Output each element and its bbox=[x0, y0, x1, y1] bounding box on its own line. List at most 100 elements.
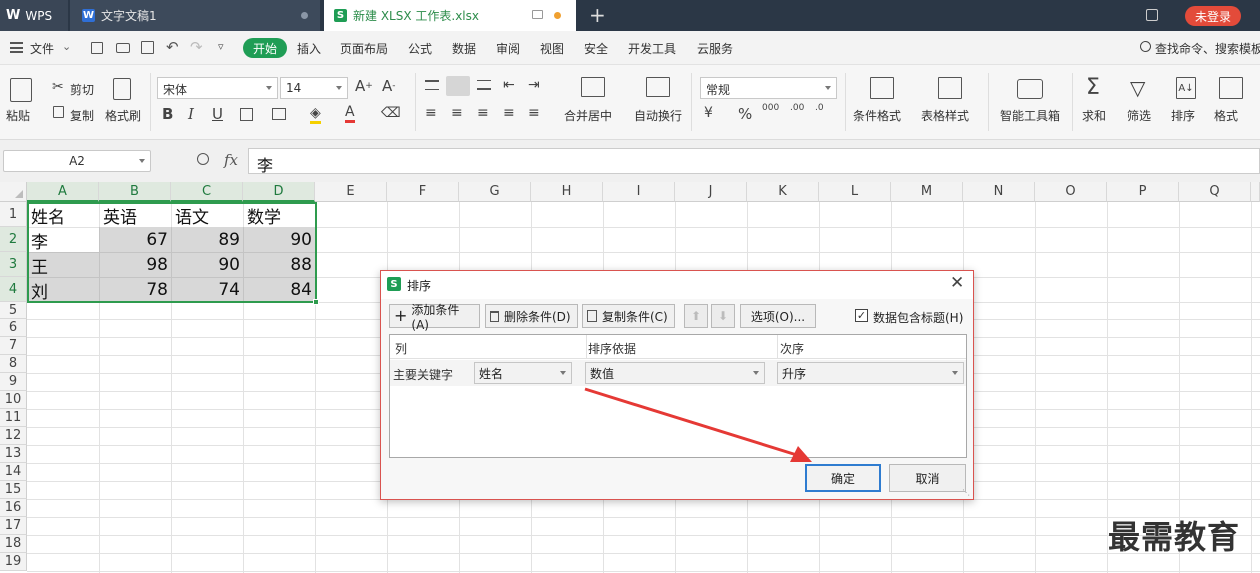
copy-button[interactable]: 复制 bbox=[70, 107, 94, 124]
increase-decimal-icon[interactable]: .00 bbox=[790, 103, 804, 113]
hamburger-icon[interactable] bbox=[10, 42, 23, 53]
menu-formula[interactable]: 公式 bbox=[408, 40, 432, 57]
table-cell[interactable]: 78 bbox=[100, 278, 171, 302]
dialog-titlebar[interactable]: S 排序 ✕ bbox=[381, 271, 973, 299]
has-header-checkbox[interactable]: ✓ bbox=[855, 309, 868, 322]
column-header[interactable]: H bbox=[531, 182, 603, 202]
align-middle-icon[interactable] bbox=[446, 76, 470, 96]
monitor-icon[interactable] bbox=[532, 10, 543, 19]
align-left-icon[interactable]: ≡ bbox=[425, 105, 437, 121]
row-header[interactable]: 1 bbox=[0, 202, 27, 227]
column-header[interactable]: Q bbox=[1179, 182, 1251, 202]
column-header[interactable]: C bbox=[171, 182, 243, 202]
cut-button[interactable]: 剪切 bbox=[70, 81, 94, 98]
cell-style-icon[interactable] bbox=[272, 108, 286, 120]
table-cell[interactable]: 84 bbox=[244, 278, 315, 302]
table-cell[interactable]: 88 bbox=[244, 253, 315, 277]
chevron-down-icon[interactable]: ⌄ bbox=[62, 40, 71, 53]
align-bottom-icon[interactable] bbox=[477, 80, 491, 90]
menu-security[interactable]: 安全 bbox=[584, 40, 608, 57]
add-condition-button[interactable]: + 添加条件(A) bbox=[389, 303, 480, 332]
number-format-select[interactable]: 常规 bbox=[700, 77, 837, 99]
table-cell[interactable]: 89 bbox=[172, 228, 243, 252]
window-mode-icon[interactable] bbox=[1146, 9, 1158, 21]
login-button[interactable]: 未登录 bbox=[1185, 6, 1241, 26]
row-header[interactable]: 10 bbox=[0, 391, 27, 409]
increase-font-icon[interactable]: A + bbox=[355, 77, 373, 95]
row-header[interactable]: 3 bbox=[0, 252, 27, 277]
file-menu[interactable]: 文件 bbox=[30, 40, 54, 57]
new-tab-icon[interactable]: + bbox=[589, 3, 606, 27]
cut-icon[interactable]: ✂ bbox=[52, 79, 64, 95]
copy-condition-button[interactable]: 复制条件(C) bbox=[582, 304, 675, 328]
zoom-search-icon[interactable] bbox=[197, 153, 209, 165]
align-top-icon[interactable] bbox=[425, 80, 439, 90]
sort-on-select[interactable]: 数值 bbox=[585, 362, 765, 384]
conditional-format-icon[interactable] bbox=[870, 77, 894, 99]
currency-icon[interactable]: ¥ bbox=[704, 105, 713, 121]
column-header[interactable]: A bbox=[27, 182, 99, 202]
clear-format-icon[interactable]: ⌫ bbox=[381, 105, 401, 121]
increase-indent-icon[interactable]: ⇥ bbox=[528, 77, 540, 93]
row-header[interactable]: 17 bbox=[0, 517, 27, 535]
row-header[interactable]: 16 bbox=[0, 499, 27, 517]
toolbox-icon[interactable] bbox=[1017, 79, 1043, 99]
format-painter-button[interactable]: 格式刷 bbox=[105, 107, 141, 124]
align-right-icon[interactable]: ≡ bbox=[477, 105, 489, 121]
command-search-input[interactable]: 查找命令、搜索模板 bbox=[1155, 40, 1260, 57]
font-name-select[interactable]: 宋体 bbox=[157, 77, 278, 99]
column-header[interactable]: B bbox=[99, 182, 171, 202]
ok-button[interactable]: 确定 bbox=[805, 464, 881, 492]
column-header[interactable]: O bbox=[1035, 182, 1107, 202]
bold-icon[interactable]: B bbox=[162, 105, 173, 123]
move-down-button[interactable]: ⬇ bbox=[711, 304, 735, 328]
row-header[interactable]: 14 bbox=[0, 463, 27, 481]
italic-icon[interactable]: I bbox=[188, 105, 194, 123]
row-header[interactable]: 12 bbox=[0, 427, 27, 445]
fill-color-icon[interactable]: ◈ bbox=[310, 105, 321, 124]
table-cell[interactable]: 74 bbox=[172, 278, 243, 302]
column-header[interactable]: N bbox=[963, 182, 1035, 202]
tab-spreadsheet[interactable]: S 新建 XLSX 工作表.xlsx bbox=[324, 0, 576, 31]
decrease-decimal-icon[interactable]: .0 bbox=[815, 103, 824, 113]
wrap-text-icon[interactable] bbox=[646, 77, 670, 97]
name-box[interactable]: A2 bbox=[3, 150, 151, 172]
table-cell[interactable]: 90 bbox=[172, 253, 243, 277]
conditional-format-button[interactable]: 条件格式 bbox=[853, 107, 901, 124]
underline-icon[interactable]: U bbox=[212, 105, 223, 123]
menu-data[interactable]: 数据 bbox=[452, 40, 476, 57]
row-header[interactable]: 18 bbox=[0, 535, 27, 553]
column-header[interactable]: L bbox=[819, 182, 891, 202]
column-header[interactable]: F bbox=[387, 182, 459, 202]
filter-button[interactable]: 筛选 bbox=[1127, 107, 1151, 124]
row-header[interactable]: 4 bbox=[0, 277, 27, 302]
align-center-icon[interactable]: ≡ bbox=[451, 105, 463, 121]
merge-center-button[interactable]: 合并居中 bbox=[564, 107, 612, 124]
move-up-button[interactable]: ⬆ bbox=[684, 304, 708, 328]
table-cell[interactable]: 李 bbox=[28, 228, 99, 253]
table-cell[interactable]: 90 bbox=[244, 228, 315, 252]
distribute-icon[interactable]: ≡ bbox=[528, 105, 540, 121]
wrap-text-button[interactable]: 自动换行 bbox=[634, 107, 682, 124]
save-icon[interactable] bbox=[91, 42, 103, 54]
primary-key-select[interactable]: 姓名 bbox=[474, 362, 572, 384]
menu-developer[interactable]: 开发工具 bbox=[628, 40, 676, 57]
sum-button[interactable]: 求和 bbox=[1082, 107, 1106, 124]
sum-icon[interactable]: Σ bbox=[1086, 75, 1100, 100]
tab-wps-home[interactable]: W WPS bbox=[0, 0, 68, 31]
undo-icon[interactable]: ↶ bbox=[166, 38, 179, 56]
row-header[interactable]: 8 bbox=[0, 355, 27, 373]
row-header[interactable]: 19 bbox=[0, 553, 27, 571]
row-header[interactable]: 15 bbox=[0, 481, 27, 499]
decrease-indent-icon[interactable]: ⇤ bbox=[503, 77, 515, 93]
print-preview-icon[interactable] bbox=[141, 41, 154, 54]
paste-button[interactable]: 粘贴 bbox=[6, 107, 30, 124]
menu-cloud[interactable]: 云服务 bbox=[697, 40, 733, 57]
close-icon[interactable]: ✕ bbox=[950, 273, 964, 293]
borders-icon[interactable] bbox=[240, 108, 253, 121]
menu-review[interactable]: 审阅 bbox=[496, 40, 520, 57]
paste-icon[interactable] bbox=[10, 78, 32, 102]
table-cell[interactable]: 98 bbox=[100, 253, 171, 277]
tab-dot-icon[interactable] bbox=[301, 12, 308, 19]
row-header[interactable]: 7 bbox=[0, 337, 27, 355]
